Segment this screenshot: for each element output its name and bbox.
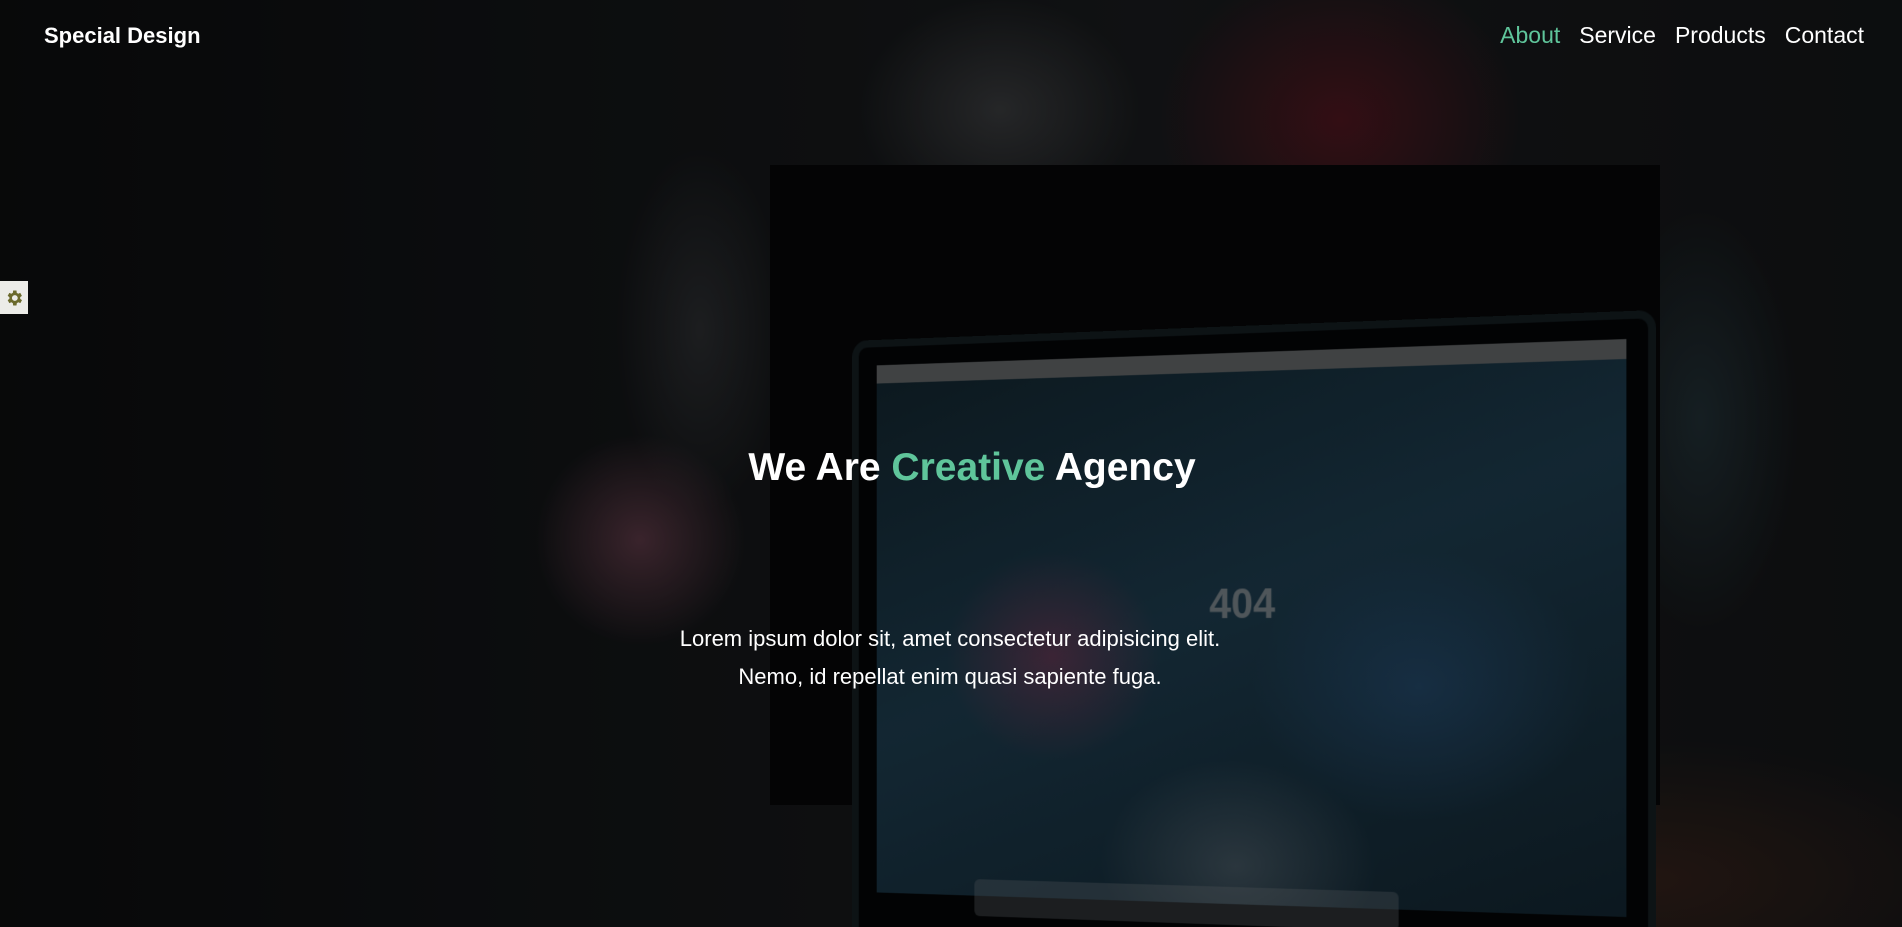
- hero-title: We Are Creative Agency: [0, 446, 1902, 490]
- hero-description: Lorem ipsum dolor sit, amet consectetur …: [679, 626, 1221, 689]
- hero-title-after: Agency: [1054, 446, 1196, 489]
- hero-title-before: We Are: [748, 446, 881, 489]
- nav-link-products[interactable]: Products: [1675, 22, 1766, 49]
- hero-title-accent: Creative: [891, 446, 1046, 489]
- main-nav: About Service Products Contact: [1500, 22, 1864, 49]
- settings-toggle-button[interactable]: [0, 281, 28, 314]
- nav-link-about[interactable]: About: [1500, 22, 1560, 49]
- nav-link-service[interactable]: Service: [1579, 22, 1656, 49]
- gear-icon: [7, 290, 22, 305]
- site-logo[interactable]: Special Design: [44, 23, 201, 49]
- hero-section: 404 Special Design About Service Product…: [0, 0, 1902, 927]
- nav-link-contact[interactable]: Contact: [1785, 22, 1864, 49]
